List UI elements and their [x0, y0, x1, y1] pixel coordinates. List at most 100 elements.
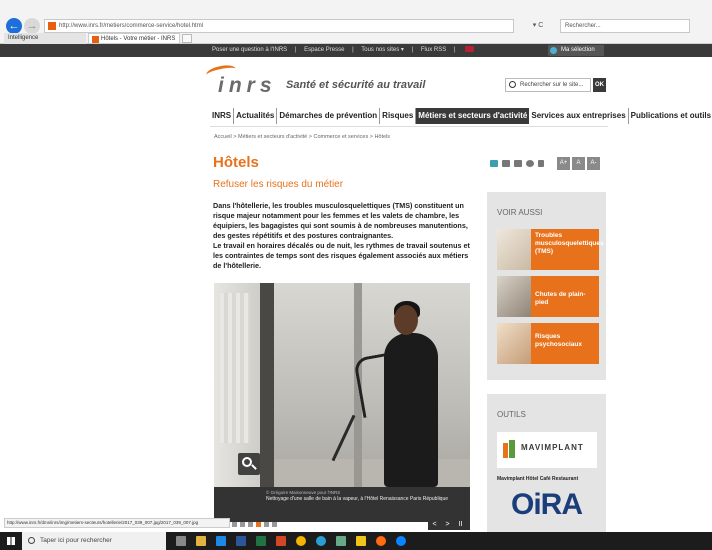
nav-publications[interactable]: Publications et outils [629, 108, 712, 124]
address-url: http://www.inrs.fr/metiers/commerce-serv… [59, 23, 204, 29]
print-icon[interactable] [514, 160, 522, 167]
selection-icon [550, 47, 557, 54]
hotel-cleaning-photo[interactable] [214, 283, 470, 487]
slide-dot[interactable] [240, 522, 245, 527]
back-button[interactable]: ← [6, 18, 22, 34]
taskbar-search-placeholder: Taper ici pour rechercher [40, 537, 112, 544]
slide-dot-active[interactable] [256, 522, 261, 527]
refresh-button[interactable]: ▾ C [520, 19, 556, 33]
nav-metiers[interactable]: Métiers et secteurs d'activité [416, 108, 530, 124]
rss-link[interactable]: Flux RSS [421, 47, 446, 53]
lock-icon[interactable] [356, 536, 366, 546]
oira-logo[interactable]: OiRA [511, 488, 583, 522]
search-ok-button[interactable]: OK [593, 78, 606, 92]
related-thumbnail [497, 229, 531, 270]
separator: | [411, 47, 414, 53]
separator: | [352, 47, 354, 53]
nav-inrs[interactable]: INRS [210, 108, 235, 124]
at-icon[interactable] [526, 160, 534, 167]
chrome-icon[interactable] [296, 536, 306, 546]
ask-question-link[interactable]: Poser une question à l'INRS [212, 47, 287, 53]
file-explorer-icon[interactable] [196, 536, 206, 546]
my-selection-button[interactable]: Ma sélection [548, 45, 604, 56]
site-search-input[interactable]: Rechercher sur le site... [505, 78, 591, 92]
breadcrumb[interactable]: Accueil > Métiers et secteurs d'activité… [214, 134, 390, 140]
press-link[interactable]: Espace Presse [304, 47, 344, 53]
mavimplant-logo-text: MAVIMPLANT [521, 443, 584, 452]
tools-panel: OUTILS MAVIMPLANT Mavimplant Hôtel Café … [487, 394, 606, 532]
photo-worker-head [394, 305, 418, 335]
search-icon [509, 81, 516, 88]
address-bar[interactable]: http://www.inrs.fr/metiers/commerce-serv… [44, 19, 514, 33]
browser-toolbar: ← → http://www.inrs.fr/metiers/commerce-… [0, 0, 712, 44]
inrs-logo[interactable]: inrs [218, 74, 277, 98]
slide-next-button[interactable]: > [441, 520, 454, 530]
my-selection-label: Ma sélection [561, 47, 595, 53]
bookmark-icon[interactable] [490, 160, 498, 167]
slide-dot[interactable] [264, 522, 269, 527]
see-also-panel: VOIR AUSSI Troubles musculosquelettiques… [487, 192, 606, 380]
browser-icon[interactable] [316, 536, 326, 546]
excel-icon[interactable] [256, 536, 266, 546]
tagline: Santé et sécurité au travail [286, 79, 426, 91]
separator: | [453, 47, 456, 53]
zoom-handle [251, 464, 257, 470]
slide-dot[interactable] [232, 522, 237, 527]
maps-icon[interactable] [336, 536, 346, 546]
nav-actualites[interactable]: Actualités [234, 108, 278, 124]
search-placeholder: Rechercher sur le site... [520, 82, 584, 88]
nav-demarches[interactable]: Démarches de prévention [277, 108, 381, 124]
slide-pause-button[interactable]: II [454, 520, 467, 530]
mavimplant-mark-icon [503, 440, 515, 458]
photo-credit: © Grégoire Maisonneuve pour l'INRS [266, 490, 341, 495]
photo-curtain [220, 293, 250, 443]
status-url: http://www.inrs.fr/dms/inrs/img/metiers-… [4, 518, 230, 528]
divider [210, 126, 608, 127]
powerpoint-icon[interactable] [276, 536, 286, 546]
mavimplant-caption[interactable]: Mavimplant Hôtel Café Restaurant [497, 476, 578, 482]
photo-door [260, 283, 274, 487]
photo-caption-bar: © Grégoire Maisonneuve pour l'INRS Netto… [214, 487, 470, 522]
font-reset-button[interactable]: A [572, 157, 585, 170]
taskbar-search-input[interactable]: Taper ici pour rechercher [22, 532, 166, 550]
slide-dot[interactable] [248, 522, 253, 527]
forward-button[interactable]: → [24, 18, 40, 34]
related-label: Troubles musculosquelettiques (TMS) [535, 232, 604, 255]
all-sites-link[interactable]: Tous nos sites ▾ [361, 47, 404, 53]
browser-search-input[interactable]: Rechercher... [560, 19, 690, 33]
font-decrease-button[interactable]: A- [587, 157, 600, 170]
zoom-in-icon[interactable] [238, 453, 260, 475]
slide-dot[interactable] [272, 522, 277, 527]
related-link-chutes[interactable]: Chutes de plain-pied [497, 276, 599, 317]
related-link-tms[interactable]: Troubles musculosquelettiques (TMS) [497, 229, 604, 270]
see-also-title: VOIR AUSSI [497, 208, 543, 217]
nav-services[interactable]: Services aux entreprises [529, 108, 629, 124]
related-thumbnail [497, 276, 531, 317]
share-icon[interactable] [538, 160, 544, 167]
tab-hotels-inrs[interactable]: Hôtels - Votre métier - INRS [88, 33, 180, 44]
tab-intelligence[interactable]: Intelligence [4, 33, 86, 44]
task-view-icon[interactable] [176, 536, 186, 546]
intro-paragraph-1: Dans l'hôtellerie, les troubles musculos… [213, 201, 468, 240]
start-button[interactable] [0, 532, 22, 550]
separator: | [294, 47, 297, 53]
nav-risques[interactable]: Risques [380, 108, 417, 124]
font-increase-button[interactable]: A+ [557, 157, 570, 170]
site-favicon-icon [48, 22, 56, 30]
uk-flag-icon[interactable] [465, 46, 475, 53]
word-icon[interactable] [236, 536, 246, 546]
internet-explorer-icon[interactable] [216, 536, 226, 546]
app-icon[interactable] [396, 536, 406, 546]
tab-strip: Intelligence Hôtels - Votre métier - INR… [0, 33, 712, 44]
mavimplant-logo[interactable]: MAVIMPLANT [497, 432, 597, 468]
page-subtitle: Refuser les risques du métier [213, 179, 344, 190]
firefox-icon[interactable] [376, 536, 386, 546]
new-tab-button[interactable] [182, 34, 192, 43]
main-navigation: INRS Actualités Démarches de prévention Ris… [210, 108, 712, 124]
search-icon [28, 537, 35, 544]
slide-prev-button[interactable]: < [428, 520, 441, 530]
email-icon[interactable] [502, 160, 510, 167]
slider-controls: < > II [428, 520, 470, 530]
related-link-rps[interactable]: Risques psychosociaux [497, 323, 599, 364]
top-utility-bar: Poser une question à l'INRS | Espace Pre… [0, 44, 712, 57]
